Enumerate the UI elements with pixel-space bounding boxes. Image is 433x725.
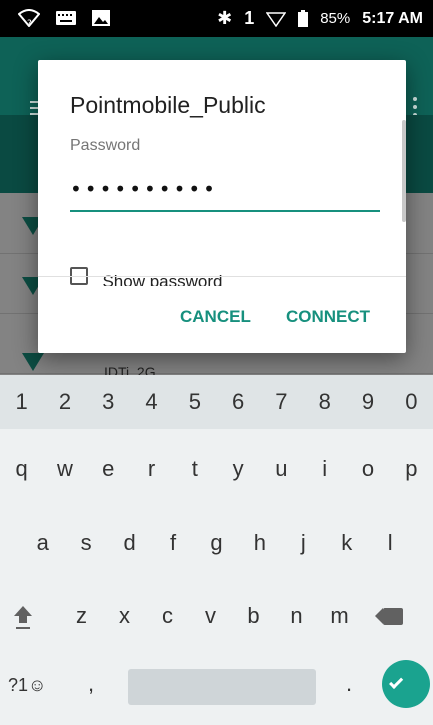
key-z[interactable]: z <box>60 588 103 644</box>
letter-row-2: a s d f g h j k l <box>21 515 412 571</box>
key-6[interactable]: 6 <box>216 375 259 429</box>
key-a[interactable]: a <box>21 515 64 571</box>
key-9[interactable]: 9 <box>346 375 389 429</box>
key-p[interactable]: p <box>390 441 433 497</box>
key-5[interactable]: 5 <box>173 375 216 429</box>
key-q[interactable]: q <box>0 441 43 497</box>
scrollbar[interactable] <box>402 120 406 222</box>
shift-key[interactable] <box>0 588 60 644</box>
symbols-key[interactable]: ?1☺ <box>8 675 46 696</box>
key-8[interactable]: 8 <box>303 375 346 429</box>
key-j[interactable]: j <box>282 515 325 571</box>
wifi-icon: ? <box>18 9 40 27</box>
key-u[interactable]: u <box>260 441 303 497</box>
key-b[interactable]: b <box>232 588 275 644</box>
password-field[interactable] <box>70 168 380 212</box>
status-bar: ? ✱ 1 85% 5:17 AM <box>0 0 433 37</box>
key-4[interactable]: 4 <box>130 375 173 429</box>
space-key[interactable] <box>128 669 316 705</box>
key-m[interactable]: m <box>318 588 361 644</box>
show-password-label: Show password <box>102 272 223 286</box>
sim-indicator: 1 <box>244 8 255 28</box>
key-s[interactable]: s <box>64 515 107 571</box>
key-t[interactable]: t <box>173 441 216 497</box>
number-row: 1 2 3 4 5 6 7 8 9 0 <box>0 375 433 429</box>
checkmark-icon <box>389 674 404 689</box>
comma-key[interactable]: , <box>88 671 94 697</box>
key-x[interactable]: x <box>103 588 146 644</box>
svg-text:?: ? <box>27 19 32 27</box>
clock: 5:17 AM <box>362 9 423 27</box>
letter-row-3: z x c v b n m ✕ <box>0 588 433 644</box>
key-7[interactable]: 7 <box>260 375 303 429</box>
key-g[interactable]: g <box>195 515 238 571</box>
shift-icon <box>14 606 32 616</box>
key-h[interactable]: h <box>238 515 281 571</box>
key-1[interactable]: 1 <box>0 375 43 429</box>
wifi-signal-icon <box>22 353 44 371</box>
image-icon <box>92 10 110 26</box>
key-0[interactable]: 0 <box>390 375 433 429</box>
key-3[interactable]: 3 <box>87 375 130 429</box>
key-r[interactable]: r <box>130 441 173 497</box>
key-v[interactable]: v <box>189 588 232 644</box>
signal-icon <box>266 11 287 27</box>
key-k[interactable]: k <box>325 515 368 571</box>
key-l[interactable]: l <box>369 515 412 571</box>
dialog-title: Pointmobile_Public <box>70 92 266 118</box>
keyboard-icon <box>56 11 76 25</box>
bluetooth-icon: ✱ <box>217 8 233 28</box>
key-y[interactable]: y <box>216 441 259 497</box>
soft-keyboard: 1 2 3 4 5 6 7 8 9 0 q w e r t y u i o p … <box>0 375 433 725</box>
key-i[interactable]: i <box>303 441 346 497</box>
divider <box>38 276 406 277</box>
letter-row-1: q w e r t y u i o p <box>0 441 433 497</box>
enter-key[interactable] <box>382 660 430 708</box>
connect-button[interactable]: CONNECT <box>286 307 370 327</box>
key-c[interactable]: c <box>146 588 189 644</box>
battery-percent: 85% <box>320 10 351 27</box>
key-2[interactable]: 2 <box>43 375 86 429</box>
wifi-password-dialog: Pointmobile_Public Password Show passwor… <box>38 60 406 353</box>
key-e[interactable]: e <box>87 441 130 497</box>
period-key[interactable]: . <box>346 671 352 697</box>
battery-icon <box>298 10 309 27</box>
key-w[interactable]: w <box>43 441 86 497</box>
key-n[interactable]: n <box>275 588 318 644</box>
key-f[interactable]: f <box>151 515 194 571</box>
key-d[interactable]: d <box>108 515 151 571</box>
backspace-key[interactable]: ✕ <box>371 588 431 644</box>
password-label: Password <box>70 137 141 154</box>
key-o[interactable]: o <box>346 441 389 497</box>
cancel-button[interactable]: CANCEL <box>180 307 251 327</box>
